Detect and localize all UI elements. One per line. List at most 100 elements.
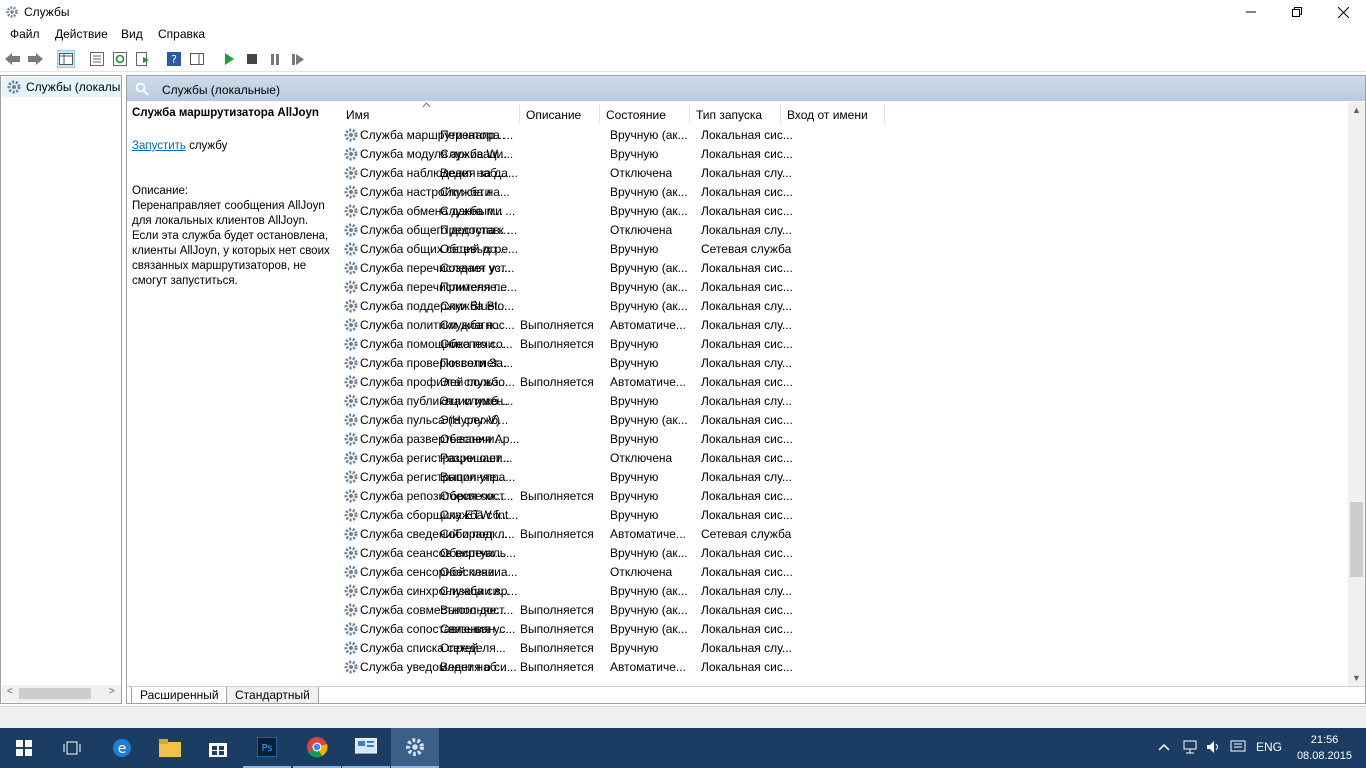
network-button[interactable] (1182, 740, 1198, 757)
scroll-up-icon[interactable]: ▲ (1352, 105, 1361, 115)
export-list-button[interactable] (134, 50, 152, 68)
table-row[interactable]: Служба модуля архиваци... Служба W... Вруч… (339, 145, 1099, 164)
taskbar-explorer[interactable] (146, 728, 194, 768)
scroll-down-icon[interactable]: ▼ (1352, 673, 1361, 683)
column-header-startup-type[interactable]: Тип запуска (696, 108, 762, 122)
table-row[interactable]: Служба профилей пользо... Эта служб... Вып… (339, 373, 1099, 392)
table-row[interactable]: Служба регистрации упра... Выполняе... Вру… (339, 468, 1099, 487)
taskbar-chrome[interactable] (293, 728, 341, 768)
refresh-button[interactable] (111, 50, 129, 68)
cell-status: Выполняется (520, 603, 594, 617)
cell-log-on-as: Сетевая служба (701, 527, 792, 541)
service-gear-icon (344, 280, 358, 294)
table-row[interactable]: Служба синхронизации вр... Служба си... Вр… (339, 582, 1099, 601)
menu-action[interactable]: Действие (55, 27, 108, 41)
scroll-left-icon[interactable]: < (7, 686, 13, 697)
action-center-button[interactable] (1230, 740, 1246, 757)
close-button[interactable] (1320, 0, 1366, 24)
cell-description: Выполняе... (440, 603, 507, 617)
start-service-button[interactable] (220, 50, 238, 68)
table-row[interactable]: Служба уведомления о си... Ведет наб... Вы… (339, 658, 1099, 677)
service-details: Служба маршрутизатора AllJoyn Запустить … (132, 106, 337, 289)
column-header-log-on-as[interactable]: Вход от имени (787, 108, 868, 122)
table-row[interactable]: Служба регистрации оши... Разрешает... Отк… (339, 449, 1099, 468)
panel-banner: Службы (локальные) (127, 76, 1365, 101)
table-row[interactable]: Служба сенсорной клавиа... Обеспечи... Отк… (339, 563, 1099, 582)
cell-status: Выполняется (520, 375, 594, 389)
scrollbar-thumb[interactable] (1350, 502, 1363, 577)
service-gear-icon (344, 451, 358, 465)
task-view-button[interactable] (48, 728, 96, 768)
table-row[interactable]: Служба общего доступа к ... Предостав... О… (339, 221, 1099, 240)
volume-button[interactable] (1206, 740, 1222, 757)
cell-log-on-as: Локальная сис... (701, 261, 793, 275)
taskbar-steam-monitor[interactable] (342, 728, 390, 768)
table-row[interactable]: Служба совместного дост... Выполняе... Вып… (339, 601, 1099, 620)
cell-description: Ведет наб... (440, 660, 507, 674)
table-row[interactable]: Служба перечисления уст... Создает уз... В… (339, 259, 1099, 278)
start-button[interactable] (0, 728, 48, 768)
console-tree-button[interactable] (57, 50, 75, 68)
table-row[interactable]: Служба политики диагнос... Служба п... Вып… (339, 316, 1099, 335)
table-row[interactable]: Служба сборщика ETW Int... Служба сб... Вр… (339, 506, 1099, 525)
back-button[interactable] (4, 50, 22, 68)
stop-service-button[interactable] (243, 50, 261, 68)
vertical-scrollbar[interactable]: ▲ ▼ (1348, 102, 1365, 686)
forward-button[interactable] (26, 50, 44, 68)
menu-view[interactable]: Вид (121, 27, 143, 41)
table-row[interactable]: Служба пульса (Hyper-V) Эта служб... Вручн… (339, 411, 1099, 430)
show-hidden-icons-button[interactable] (1158, 740, 1170, 754)
table-row[interactable]: Служба обмена данными ... Служба п... Вруч… (339, 202, 1099, 221)
table-row[interactable]: Служба развертывания Ap... Обеспечи... Вру… (339, 430, 1099, 449)
taskbar: e Ps ENG 21:56 08.08.2015 (0, 728, 1366, 768)
svg-text:e: e (118, 741, 127, 757)
restart-service-button[interactable] (289, 50, 307, 68)
export-icon (136, 52, 149, 66)
taskbar-store[interactable] (194, 728, 242, 768)
table-row[interactable]: Служба маршрутизатора ... Перенапр... Вруч… (339, 126, 1099, 145)
tab-standard[interactable]: Стандартный (226, 687, 319, 703)
column-header-description[interactable]: Описание (526, 108, 581, 122)
pause-service-button[interactable] (266, 50, 284, 68)
column-separator (884, 104, 885, 124)
help-button[interactable]: ? (165, 50, 183, 68)
taskbar-photoshop[interactable]: Ps (243, 728, 291, 768)
clock[interactable]: 21:56 08.08.2015 (1297, 732, 1352, 764)
table-row[interactable]: Служба сеансов виртуаль... Обеспечи... Вру… (339, 544, 1099, 563)
table-row[interactable]: Служба помощника по со... Обеспечи... Выпо… (339, 335, 1099, 354)
table-row[interactable]: Служба перечислителя пе... Применяе... Вру… (339, 278, 1099, 297)
table-row[interactable]: Служба проверки сети За... Позволяет... Вр… (339, 354, 1099, 373)
properties-button[interactable] (88, 50, 106, 68)
minimize-button[interactable] (1228, 0, 1274, 24)
column-header-name[interactable]: Имя (346, 108, 369, 122)
stop-icon (247, 54, 257, 64)
start-service-link[interactable]: Запустить (132, 140, 186, 152)
table-row[interactable]: Служба общих сетевых ре... Общий до... Вру… (339, 240, 1099, 259)
maximize-button[interactable] (1274, 0, 1320, 24)
table-row[interactable]: Служба сопоставления ус... Связыван... Вып… (339, 620, 1099, 639)
show-hide-action-pane-button[interactable] (188, 50, 206, 68)
store-bag-icon (209, 743, 227, 757)
table-row[interactable]: Служба поддержки Blueto... Служба Bl... Вр… (339, 297, 1099, 316)
table-row[interactable]: Служба репозитория сост... Обеспечи... Вып… (339, 487, 1099, 506)
input-language-indicator[interactable]: ENG (1256, 740, 1282, 754)
column-header-status[interactable]: Состояние (606, 108, 666, 122)
taskbar-edge[interactable]: e (98, 728, 146, 768)
tree-horizontal-scrollbar[interactable]: < > (2, 685, 121, 702)
tab-extended[interactable]: Расширенный (131, 687, 228, 703)
scroll-right-icon[interactable]: > (109, 686, 115, 697)
tree-item-local-services[interactable]: Службы (локалы (2, 77, 121, 97)
table-row[interactable]: Служба наблюдения за да... Ведет наб... От… (339, 164, 1099, 183)
table-row[interactable]: Служба публикации имен... Эта служб... Вру… (339, 392, 1099, 411)
table-row[interactable]: Служба настройки сети Служба на... Вручную… (339, 183, 1099, 202)
menu-file[interactable]: Файл (10, 27, 40, 41)
table-row[interactable]: Служба списка сетей Определя... Выполняетс… (339, 639, 1099, 658)
service-gear-icon (344, 375, 358, 389)
folder-icon (159, 739, 181, 757)
window-title: Службы (24, 5, 70, 19)
cell-description: Определя... (440, 641, 506, 655)
menu-help[interactable]: Справка (158, 27, 205, 41)
taskbar-services[interactable] (391, 728, 439, 768)
scrollbar-thumb[interactable] (19, 688, 91, 699)
table-row[interactable]: Служба сведений о подкл... Собирает ... Вы… (339, 525, 1099, 544)
